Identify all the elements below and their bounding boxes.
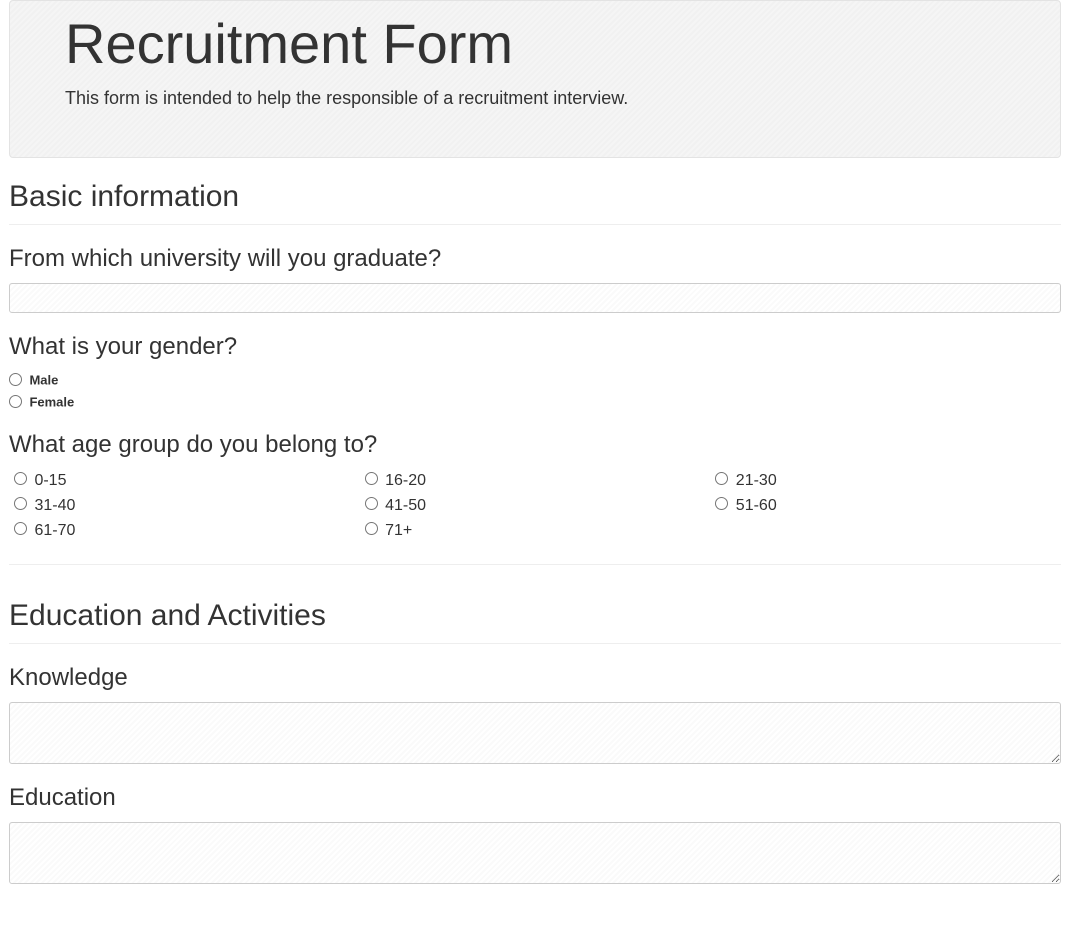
age-option-21-30: 21-30 bbox=[710, 469, 1061, 490]
age-label-61-70[interactable]: 61-70 bbox=[34, 522, 75, 539]
form-title: Recruitment Form bbox=[65, 11, 1005, 76]
age-label-0-15[interactable]: 0-15 bbox=[34, 472, 66, 489]
age-option-41-50: 41-50 bbox=[360, 494, 711, 515]
section-title-basic: Basic information bbox=[9, 180, 1061, 225]
section-divider bbox=[9, 564, 1061, 565]
age-option-0-15: 0-15 bbox=[9, 469, 360, 490]
gender-radio-male[interactable] bbox=[9, 373, 22, 386]
university-input[interactable] bbox=[9, 283, 1061, 313]
gender-label-female[interactable]: Female bbox=[29, 394, 74, 409]
age-radio-71-plus[interactable] bbox=[365, 522, 378, 535]
gender-option-male: Male bbox=[9, 371, 1061, 389]
question-university: From which university will you graduate? bbox=[9, 245, 1061, 273]
age-option-16-20: 16-20 bbox=[360, 469, 711, 490]
age-label-71-plus[interactable]: 71+ bbox=[385, 522, 412, 539]
section-title-education: Education and Activities bbox=[9, 599, 1061, 644]
age-radio-61-70[interactable] bbox=[14, 522, 27, 535]
age-option-71-plus: 71+ bbox=[360, 519, 711, 540]
question-education: Education bbox=[9, 784, 1061, 812]
form-description: This form is intended to help the respon… bbox=[65, 88, 1005, 109]
age-radio-0-15[interactable] bbox=[14, 472, 27, 485]
age-option-61-70: 61-70 bbox=[9, 519, 360, 540]
age-radio-51-60[interactable] bbox=[715, 497, 728, 510]
gender-option-female: Female bbox=[9, 393, 1061, 411]
form-content: Basic information From which university … bbox=[0, 180, 1070, 884]
age-label-21-30[interactable]: 21-30 bbox=[736, 472, 777, 489]
gender-radio-female[interactable] bbox=[9, 395, 22, 408]
age-label-31-40[interactable]: 31-40 bbox=[34, 497, 75, 514]
age-option-51-60: 51-60 bbox=[710, 494, 1061, 515]
age-radio-21-30[interactable] bbox=[715, 472, 728, 485]
gender-label-male[interactable]: Male bbox=[29, 372, 58, 387]
knowledge-input[interactable] bbox=[9, 702, 1061, 764]
age-radio-41-50[interactable] bbox=[365, 497, 378, 510]
question-knowledge: Knowledge bbox=[9, 664, 1061, 692]
education-input[interactable] bbox=[9, 822, 1061, 884]
age-options-grid: 0-15 16-20 21-30 31-40 41-50 51-60 bbox=[9, 469, 1061, 544]
question-age: What age group do you belong to? bbox=[9, 431, 1061, 459]
age-radio-16-20[interactable] bbox=[365, 472, 378, 485]
question-gender: What is your gender? bbox=[9, 333, 1061, 361]
age-radio-31-40[interactable] bbox=[14, 497, 27, 510]
form-header: Recruitment Form This form is intended t… bbox=[9, 0, 1061, 158]
age-label-51-60[interactable]: 51-60 bbox=[736, 497, 777, 514]
age-label-41-50[interactable]: 41-50 bbox=[385, 497, 426, 514]
age-label-16-20[interactable]: 16-20 bbox=[385, 472, 426, 489]
age-option-31-40: 31-40 bbox=[9, 494, 360, 515]
